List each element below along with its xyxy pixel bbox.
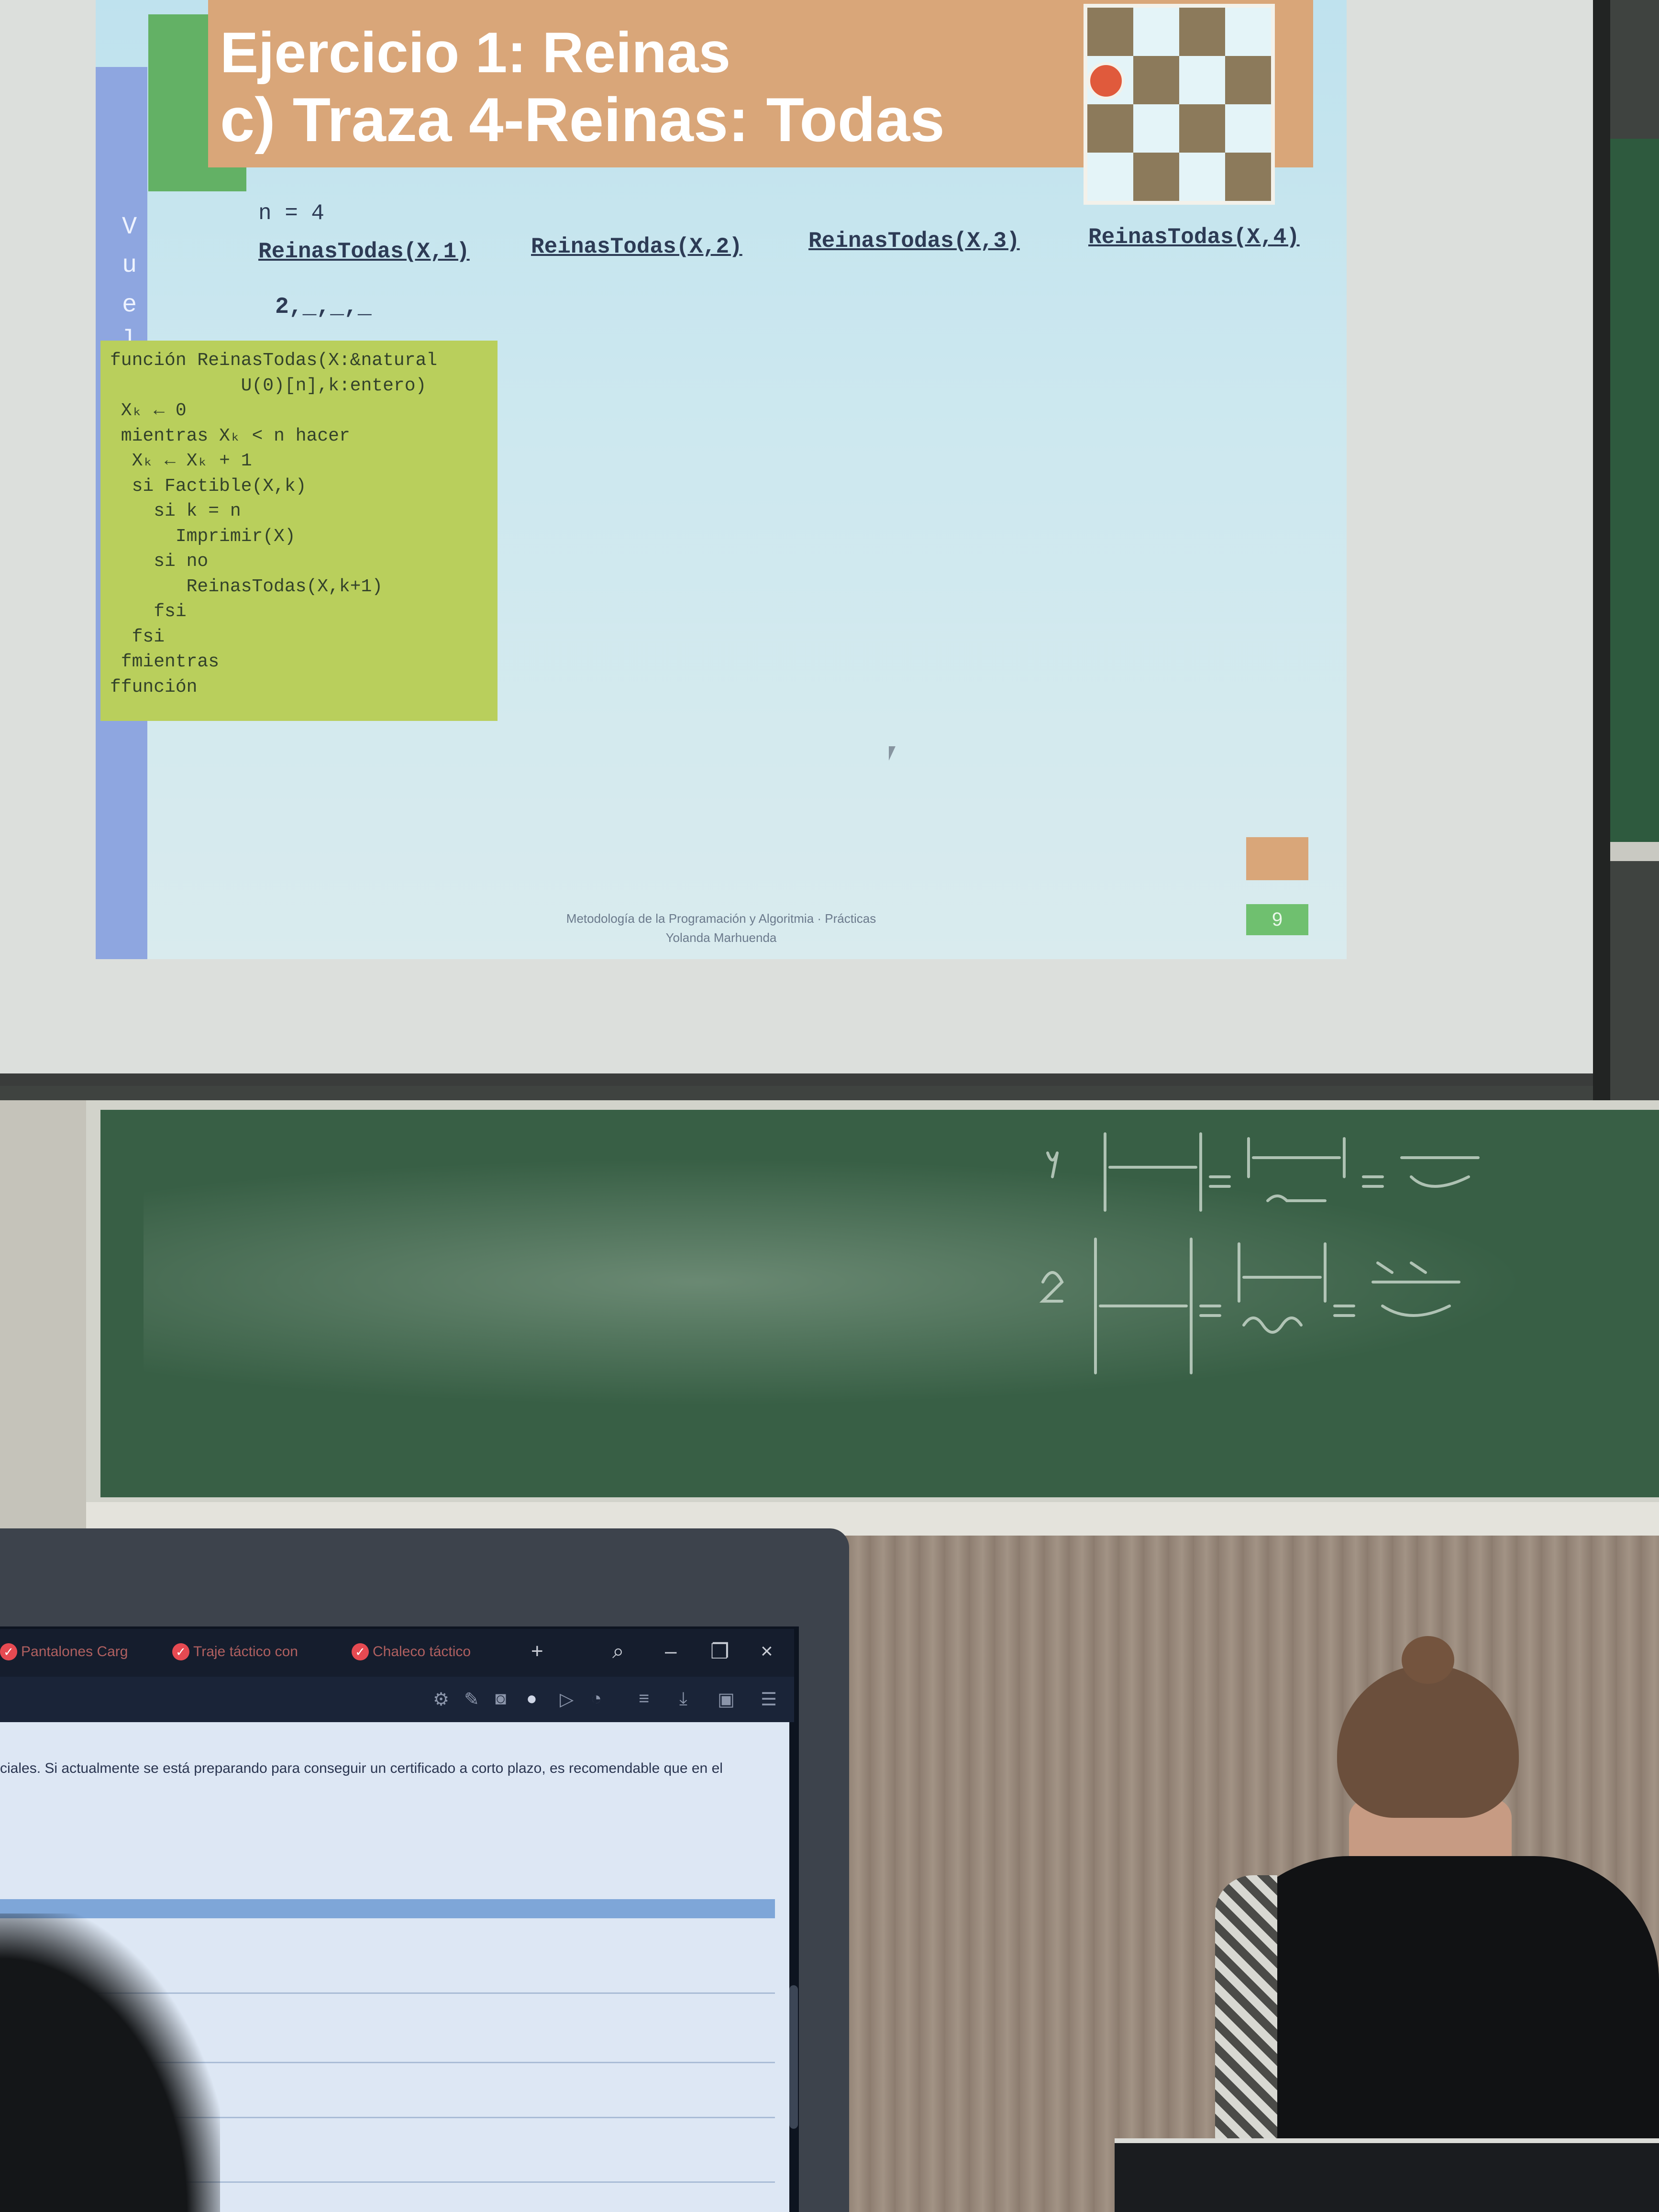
queen-marker-icon	[1087, 62, 1125, 100]
code-line: función ReinasTodas(X:&natural	[110, 350, 438, 371]
edit-icon[interactable]: ✎	[464, 1689, 479, 1710]
trace-header: ReinasTodas(X,3)	[808, 229, 1020, 254]
menu-icon[interactable]: ☰	[761, 1689, 777, 1710]
code-line: Xₖ ← 0	[110, 400, 187, 421]
tab-label: Pantalones Carg	[21, 1644, 128, 1659]
trace-header: ReinasTodas(X,2)	[531, 234, 742, 259]
code-line: fsi	[110, 601, 187, 622]
projected-slide: Ejercicio 1: Reinas c) Traza 4-Reinas: T…	[96, 0, 1347, 959]
code-line: si k = n	[110, 501, 241, 521]
code-line: fmientras	[110, 652, 220, 672]
trace-header: ReinasTodas(X,4)	[1088, 225, 1300, 250]
play-icon[interactable]: ▷	[560, 1689, 574, 1710]
check-shield-icon: ✓	[0, 1643, 17, 1660]
side-letter: e	[122, 291, 137, 319]
code-line: mientras Xₖ < n hacer	[110, 425, 350, 446]
trace-header-row: ReinasTodas(X,1) ReinasTodas(X,2) Reinas…	[258, 225, 1325, 268]
tab-label: Chaleco táctico	[373, 1644, 471, 1659]
slide-footer-author: Yolanda Marhuenda	[665, 930, 777, 945]
side-letter: V	[122, 213, 137, 241]
side-chalkboard	[1610, 139, 1659, 847]
download-icon[interactable]: ⤓	[679, 1689, 687, 1709]
browser-tab[interactable]: ✓ Traje táctico con	[172, 1643, 298, 1660]
camera-icon[interactable]: ◙	[495, 1689, 506, 1709]
search-icon[interactable]: ⌕	[612, 1639, 624, 1663]
page-scrollbar[interactable]	[789, 1985, 798, 2129]
sidebar-icon[interactable]: ▣	[718, 1689, 735, 1710]
new-tab-button[interactable]: +	[531, 1639, 543, 1663]
slide-footer-course: Metodología de la Programación y Algorit…	[566, 911, 876, 926]
code-line: fsi	[110, 626, 165, 647]
browser-tab[interactable]: ✓ Pantalones Carg	[0, 1643, 128, 1660]
foreground-shadow	[0, 1913, 220, 2212]
screen-frame	[1593, 0, 1610, 1100]
code-line: ffunción	[110, 676, 198, 697]
student-hair-bun	[1402, 1636, 1454, 1684]
shield-icon[interactable]: ●	[526, 1689, 537, 1709]
code-line: Imprimir(X)	[110, 526, 296, 547]
slide-subtitle: c) Traza 4-Reinas: Todas	[220, 85, 945, 155]
code-line: si no	[110, 551, 209, 572]
n-value: n = 4	[258, 201, 325, 226]
trace-header: ReinasTodas(X,1)	[258, 239, 470, 264]
check-shield-icon: ✓	[172, 1643, 189, 1660]
restore-icon[interactable]: ❐	[710, 1639, 729, 1664]
clock-icon[interactable]: ◔	[591, 1689, 602, 1709]
slide-orange-marker	[1246, 837, 1308, 880]
close-button[interactable]: ×	[761, 1639, 773, 1663]
side-letter: u	[122, 251, 137, 279]
code-line: Xₖ ← Xₖ + 1	[110, 451, 252, 471]
extension-icon[interactable]: ⚙	[433, 1689, 449, 1710]
collections-icon[interactable]: ≡	[639, 1689, 649, 1709]
code-line: si Factible(X,k)	[110, 476, 307, 497]
side-chalkboard-tray	[1610, 842, 1659, 861]
trace-value: 2,_,_,_	[275, 294, 372, 320]
minimize-button[interactable]: –	[665, 1639, 676, 1663]
browser-toolbar	[0, 1677, 794, 1722]
slide-title: Ejercicio 1: Reinas	[220, 21, 731, 85]
student-sleeve-pattern	[1215, 1875, 1277, 2162]
desk-monitor	[1115, 2138, 1659, 2212]
mouse-pointer-icon	[889, 746, 896, 761]
code-line: U(0)[n],k:entero)	[110, 375, 427, 396]
chalk-formula-drawing	[1039, 1132, 1480, 1374]
wall-column	[0, 1100, 86, 1531]
browser-tab[interactable]: ✓ Chaleco táctico	[352, 1643, 471, 1660]
tab-label: Traje táctico con	[193, 1644, 298, 1659]
chessboard-icon	[1084, 4, 1275, 205]
slide-page-number: 9	[1246, 904, 1308, 935]
browser-tab-bar: ✓ Pantalones Carg ✓ Traje táctico con ✓ Cha…	[0, 1629, 794, 1677]
code-line: ReinasTodas(X,k+1)	[110, 576, 383, 597]
pseudocode-box: función ReinasTodas(X:&natural U(0)[n],k…	[100, 341, 498, 721]
page-text: ciales. Si actualmente se está preparand…	[0, 1760, 723, 1776]
check-shield-icon: ✓	[352, 1643, 369, 1660]
